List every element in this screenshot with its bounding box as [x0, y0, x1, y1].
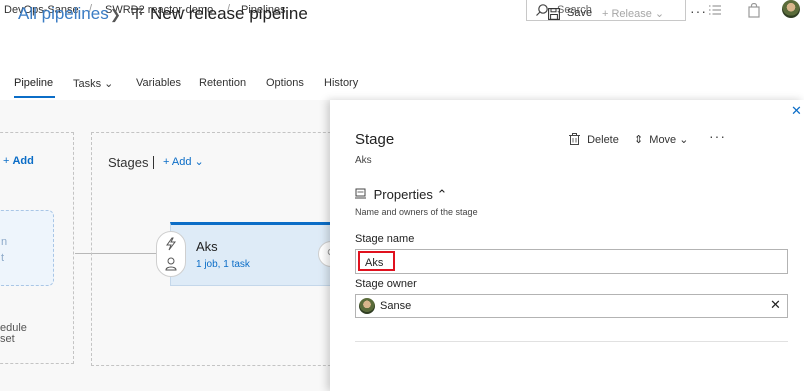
delete-label: Delete — [587, 134, 619, 146]
plus-icon: + — [163, 156, 172, 168]
tab-pipeline[interactable]: Pipeline — [14, 77, 53, 89]
chevron-down-icon: ⌄ — [651, 8, 665, 20]
release-pipeline-icon — [131, 8, 143, 19]
save-label: Save — [567, 7, 593, 19]
add-artifact-label: Add — [12, 155, 34, 167]
artifact-card-text: t — [1, 252, 5, 264]
add-stage-button[interactable]: + Add ⌄ — [163, 155, 204, 168]
tab-variables[interactable]: Variables — [136, 77, 181, 89]
properties-toggle[interactable]: Properties ⌃ — [355, 187, 447, 203]
chevron-down-icon: ⌄ — [679, 134, 689, 146]
up-down-arrows-icon: ⇕ — [634, 134, 644, 146]
active-tab-indicator — [14, 96, 55, 98]
stage-card[interactable] — [170, 222, 342, 286]
stages-heading: Stages — [108, 155, 149, 170]
tab-tasks-label: Tasks — [73, 78, 102, 90]
properties-heading: Properties — [373, 187, 433, 202]
title-row — [0, 34, 804, 64]
stage-owner-input[interactable] — [355, 294, 788, 318]
stage-owner-label: Stage owner — [355, 278, 417, 290]
avatar[interactable] — [782, 0, 800, 18]
person-icon — [165, 257, 177, 271]
properties-description: Name and owners of the stage — [355, 207, 478, 217]
all-pipelines-link[interactable]: All pipelines — [18, 4, 109, 24]
release-button[interactable]: + Release ⌄ — [602, 7, 664, 20]
panel-subtitle: Aks — [355, 155, 372, 166]
list-settings-icon[interactable] — [708, 3, 722, 17]
tab-bar: Pipeline Tasks ⌄ Variables Retention Opt… — [0, 72, 804, 100]
avatar — [359, 298, 375, 314]
add-stage-label: Add — [171, 156, 192, 168]
chevron-right-icon: ❯ — [110, 7, 121, 22]
tab-options[interactable]: Options — [266, 77, 304, 89]
chevron-down-icon: ⌄ — [101, 78, 114, 90]
stage-name-label: Stage name — [355, 233, 415, 245]
close-icon[interactable]: ✕ — [791, 103, 802, 119]
artifact-card[interactable]: n t — [0, 210, 54, 286]
artifact-card-text: n — [1, 236, 8, 248]
page-title[interactable]: New release pipeline — [150, 4, 308, 24]
stage-name-input[interactable] — [355, 249, 788, 274]
pre-deployment-conditions[interactable] — [156, 231, 186, 277]
stage-properties-panel — [330, 100, 804, 391]
save-icon — [548, 8, 560, 20]
release-label: Release — [611, 8, 652, 20]
move-stage-button[interactable]: ⇕ Move ⌄ — [634, 133, 688, 146]
schedule-text: set — [0, 333, 15, 345]
clear-owner-icon[interactable]: ✕ — [770, 297, 781, 313]
tab-retention[interactable]: Retention — [199, 77, 246, 89]
move-label: Move — [649, 134, 677, 146]
properties-icon — [355, 188, 366, 199]
stage-card-name: Aks — [196, 239, 218, 254]
trash-icon — [569, 133, 580, 145]
highlight-box — [358, 251, 395, 271]
search-icon — [536, 4, 548, 16]
stage-card-summary[interactable]: 1 job, 1 task — [196, 259, 250, 270]
panel-title: Stage — [355, 131, 395, 148]
delete-stage-button[interactable]: Delete — [569, 133, 619, 146]
chevron-down-icon: ⌄ — [191, 156, 204, 168]
stages-divider — [153, 156, 154, 169]
more-options-icon[interactable]: ··· — [690, 3, 707, 19]
more-options-icon[interactable]: ··· — [709, 128, 726, 144]
tab-tasks[interactable]: Tasks ⌄ — [73, 77, 113, 90]
add-artifact-button[interactable]: + Add — [3, 155, 34, 167]
stage-owner-value: Sanse — [380, 300, 412, 312]
shopping-bag-icon[interactable] — [747, 3, 761, 18]
lightning-icon — [166, 237, 176, 251]
chevron-up-icon: ⌃ — [436, 187, 448, 202]
divider — [355, 341, 788, 342]
tab-history[interactable]: History — [324, 77, 358, 89]
